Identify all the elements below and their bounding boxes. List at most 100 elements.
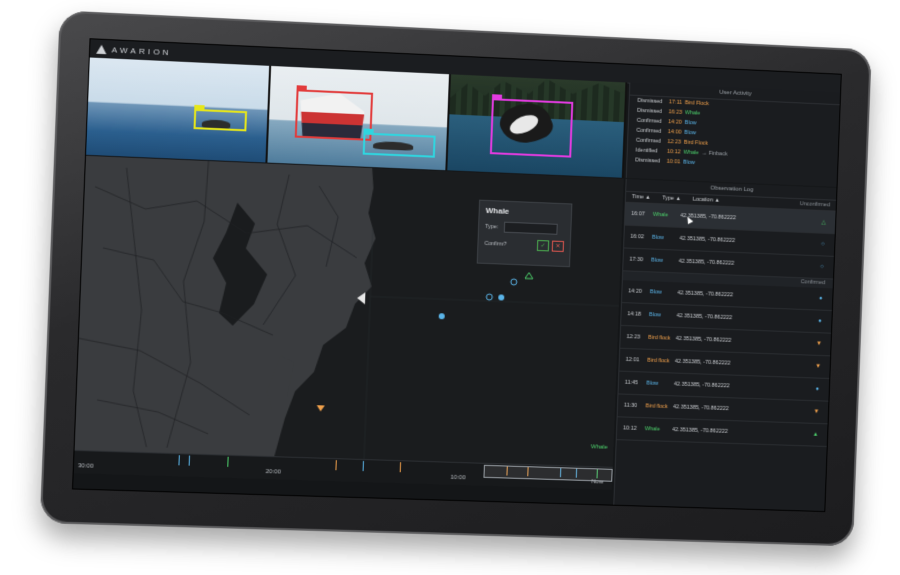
observation-type: Bird flock [647,357,670,365]
observation-time: 14:20 [628,288,642,295]
activity-time: 14:00 [667,129,682,136]
detection-box-red[interactable] [295,85,374,141]
observation-location: 42.351385, -70.862222 [674,358,731,367]
whale-symbol-icon: △ [821,219,826,226]
observation-location: 42.351385, -70.862222 [677,290,734,299]
confirm-label: Confirm? [484,240,507,248]
dismiss-button[interactable]: ✕ [551,240,565,253]
bird-symbol-icon: ▼ [815,341,822,348]
observation-time: 12:01 [625,356,640,364]
timeline-label-10: 10:00 [450,474,466,482]
observation-location: 42.351385, -70.862222 [675,335,732,344]
camera-feed-1[interactable] [86,57,272,163]
activity-label: Blow [683,159,695,166]
activity-verb: Dismissed [635,157,661,165]
activity-time: 17:11 [668,99,683,106]
popup-title: Whale [485,205,510,216]
sort-time-button[interactable]: Time ▲ [632,192,651,203]
timeline-label-20: 20:00 [265,469,281,476]
timeline-event-tick[interactable] [188,455,191,466]
activity-label: Blow [684,129,697,137]
timeline-event-tick[interactable] [227,456,229,467]
camera-feed-3[interactable] [446,74,628,178]
observation-time: 17:30 [629,256,644,264]
monitor-bezel: AWARION User Activity Dismissed 17:11 Bird… [39,10,872,547]
timeline-event-tick[interactable] [399,462,402,473]
activity-time: 14:20 [668,119,682,126]
observation-location: 42.351385, -70.862222 [673,381,730,390]
activity-time: 10:01 [666,158,681,166]
sort-location-button[interactable]: Location ▲ [692,195,720,206]
blow-marker-unconfirmed[interactable] [486,293,494,301]
blow-marker-unconfirmed[interactable] [511,279,517,285]
observation-time: 10:12 [622,425,637,432]
activity-label: Bird Flock [684,100,710,108]
map-view[interactable]: Whale Type: Confirm? ✓ ✕ Whale [74,155,624,467]
activity-time: 12:23 [667,138,682,146]
observation-time: 14:18 [627,311,642,318]
check-icon: ✓ [540,243,546,250]
activity-label: Whale [683,149,699,157]
detection-box-cyan[interactable] [363,128,436,158]
observation-location: 42.351385, -70.862222 [672,404,729,413]
activity-time: 10:12 [666,148,681,156]
observation-location: 42.351385, -70.862222 [680,213,737,222]
observation-time: 12:23 [626,334,641,341]
blow-marker[interactable] [438,312,445,319]
awarion-logo-icon [96,44,107,55]
activity-time: 16:23 [668,109,683,116]
unconfirmed-section-label: Unconfirmed [799,201,831,209]
timeline-event-tick[interactable] [178,455,180,466]
timeline-event-tick[interactable] [335,460,337,471]
observation-time: 11:45 [624,379,639,387]
timeline-label-now: Now [591,479,604,486]
type-label: Type: [484,223,499,230]
bird-symbol-icon: ▼ [815,363,822,370]
observation-time: 16:07 [631,210,645,218]
activity-label: Bird Flock [683,139,708,147]
observation-type: Blow [648,312,661,319]
blow-symbol-icon: ● [815,386,820,393]
observation-type: Blow [646,380,659,387]
close-icon: ✕ [555,243,561,250]
observation-location: 42.351385, -70.862222 [676,313,733,322]
activity-label: Whale [684,110,701,117]
map-whale-label: Whale [590,444,608,451]
observation-log-panel: Observation Log Time ▲ Type ▲ Location ▲… [613,178,837,512]
detection-box-yellow[interactable] [193,104,248,132]
activity-label: Blow [684,119,697,127]
type-input[interactable] [504,221,559,235]
observation-type: Blow [651,257,663,264]
observation-time: 11:30 [623,402,638,409]
blow-symbol-icon: ● [817,318,822,325]
observation-time: 16:02 [630,233,645,241]
timeline-label-30: 30:00 [77,463,94,470]
whale-marker-unconfirmed[interactable] [525,272,533,278]
camera-feed-2[interactable] [267,65,451,171]
blow-marker[interactable] [498,294,506,301]
whale-symbol-icon: ▲ [812,431,819,438]
observation-type: Blow [649,289,662,296]
user-activity-panel: User Activity Dismissed 17:11 Bird Flock Di… [625,82,841,187]
confirm-button[interactable]: ✓ [536,239,550,252]
detection-box-magenta[interactable] [489,94,573,158]
observation-location: 42.351385, -70.862222 [679,235,736,244]
observation-type: Bird flock [648,334,671,342]
grid-line [364,228,373,459]
observation-popup: Whale Type: Confirm? ✓ ✕ [476,199,573,268]
activity-extra: → Finback [701,150,728,158]
observation-type: Blow [651,234,664,242]
blow-symbol-icon: ○ [820,241,825,248]
timeline-event-tick[interactable] [362,460,364,472]
observation-location: 42.351385, -70.862222 [678,258,735,267]
observation-type: Bird flock [645,403,668,411]
bird-flock-marker[interactable] [316,405,325,412]
screen: AWARION User Activity Dismissed 17:11 Bird… [71,38,842,513]
sort-type-button[interactable]: Type ▲ [662,193,681,204]
blow-symbol-icon: ● [818,295,823,302]
grid-line [370,297,619,306]
brand-name: AWARION [111,44,172,57]
observation-location: 42.351385, -70.862222 [672,427,728,435]
bird-symbol-icon: ▼ [813,409,820,416]
observation-type: Whale [652,211,669,219]
